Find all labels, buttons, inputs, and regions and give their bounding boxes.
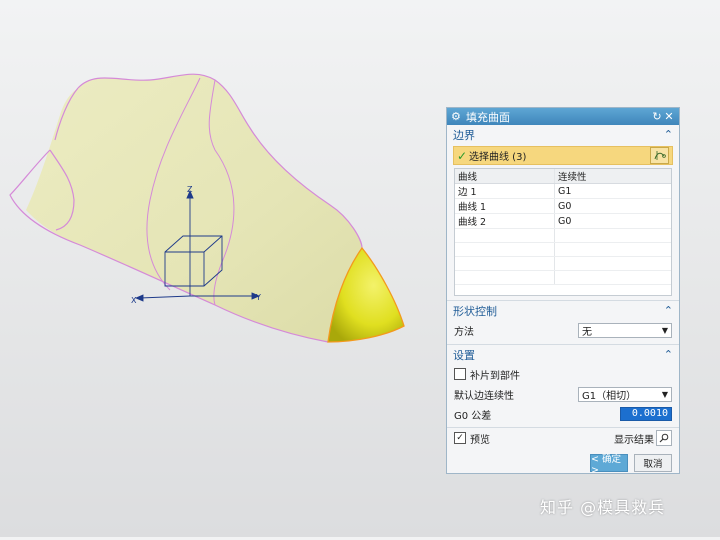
method-value: 无 bbox=[582, 326, 592, 338]
default-continuity-value: G1（相切） bbox=[582, 390, 637, 402]
check-icon: ✓ bbox=[457, 148, 468, 163]
table-row[interactable]: 曲线 1 G0 bbox=[455, 198, 671, 214]
table-row-empty bbox=[455, 256, 671, 271]
chevron-up-icon[interactable]: ⌃ bbox=[664, 304, 673, 317]
row-continuity: G0 bbox=[554, 198, 671, 214]
magnifier-icon bbox=[659, 433, 669, 443]
reset-icon[interactable]: ↻ bbox=[651, 110, 663, 123]
show-result-label[interactable]: 显示结果 bbox=[614, 431, 654, 446]
section-boundary-title: 边界 bbox=[453, 128, 475, 142]
show-result-button[interactable] bbox=[656, 430, 672, 446]
section-shape-control-title: 形状控制 bbox=[453, 304, 497, 318]
axis-label-z: Z bbox=[187, 185, 193, 194]
row-continuity: G1 bbox=[554, 183, 671, 199]
dialog-title-bar[interactable]: ⚙ 填充曲面 ↻ ✕ bbox=[447, 108, 679, 125]
preview-row: ✓ 预览 显示结果 bbox=[447, 427, 679, 448]
curve-select-button[interactable] bbox=[650, 147, 669, 164]
chevron-up-icon[interactable]: ⌃ bbox=[664, 348, 673, 361]
column-header-curve[interactable]: 曲线 bbox=[455, 169, 555, 184]
dialog-title: 填充曲面 bbox=[466, 110, 510, 124]
preview-checkbox[interactable]: ✓ bbox=[454, 432, 466, 444]
select-curve-row[interactable]: ✓ 选择曲线 (3) bbox=[453, 146, 673, 165]
row-continuity: G0 bbox=[554, 213, 671, 229]
chevron-up-icon[interactable]: ⌃ bbox=[664, 128, 673, 141]
default-continuity-row: 默认边连续性 G1（相切） ▼ bbox=[447, 384, 679, 404]
preview-label: 预览 bbox=[470, 434, 490, 446]
method-label: 方法 bbox=[454, 326, 474, 338]
curve-icon bbox=[654, 151, 666, 160]
row-curve: 曲线 1 bbox=[455, 198, 555, 214]
fill-surface-dialog[interactable]: ⚙ 填充曲面 ↻ ✕ 边界 ⌃ ✓ 选择曲线 (3) 曲线 连续性 边 1 G1… bbox=[446, 107, 680, 476]
default-continuity-dropdown[interactable]: G1（相切） ▼ bbox=[578, 386, 672, 402]
ok-button[interactable]: < 确定 > bbox=[590, 454, 628, 476]
sheet-surface[interactable] bbox=[26, 74, 362, 343]
row-curve: 曲线 2 bbox=[455, 213, 555, 229]
table-row[interactable]: 边 1 G1 bbox=[455, 183, 671, 199]
curve-list-table[interactable]: 曲线 连续性 边 1 G1 曲线 1 G0 曲线 2 G0 bbox=[454, 168, 672, 296]
watermark: 知乎 @模具救兵 bbox=[540, 498, 666, 517]
g0-tolerance-row: G0 公差 0.0010 bbox=[447, 404, 679, 424]
column-header-continuity[interactable]: 连续性 bbox=[554, 169, 671, 184]
dialog-buttons: < 确定 > 取消 bbox=[447, 448, 679, 476]
g0-tolerance-input[interactable]: 0.0010 bbox=[620, 407, 672, 421]
method-row: 方法 无 ▼ bbox=[447, 320, 679, 340]
patch-to-part-label: 补片到部件 bbox=[470, 370, 520, 382]
table-row-empty bbox=[455, 270, 671, 285]
section-shape-control-header[interactable]: 形状控制 ⌃ bbox=[447, 300, 679, 320]
table-row-empty bbox=[455, 228, 671, 243]
axis-label-y: Y bbox=[255, 293, 261, 302]
patch-to-part-checkbox[interactable] bbox=[454, 368, 466, 380]
g0-tolerance-label: G0 公差 bbox=[454, 410, 492, 422]
section-settings-title: 设置 bbox=[453, 348, 475, 362]
table-row[interactable]: 曲线 2 G0 bbox=[455, 213, 671, 229]
section-settings-header[interactable]: 设置 ⌃ bbox=[447, 344, 679, 364]
row-curve: 边 1 bbox=[455, 183, 555, 199]
default-continuity-label: 默认边连续性 bbox=[454, 390, 514, 402]
gear-icon: ⚙ bbox=[451, 110, 461, 123]
patch-to-part-row: 补片到部件 bbox=[447, 364, 679, 384]
table-row-empty bbox=[455, 242, 671, 257]
dropdown-arrow-icon: ▼ bbox=[661, 389, 668, 399]
dropdown-arrow-icon: ▼ bbox=[661, 325, 668, 335]
cancel-button[interactable]: 取消 bbox=[634, 454, 672, 472]
select-curve-label: 选择曲线 (3) bbox=[469, 152, 527, 163]
method-dropdown[interactable]: 无 ▼ bbox=[578, 322, 672, 338]
section-boundary-header[interactable]: 边界 ⌃ bbox=[447, 125, 679, 144]
axis-label-x: X bbox=[131, 296, 137, 305]
close-icon[interactable]: ✕ bbox=[663, 110, 675, 123]
